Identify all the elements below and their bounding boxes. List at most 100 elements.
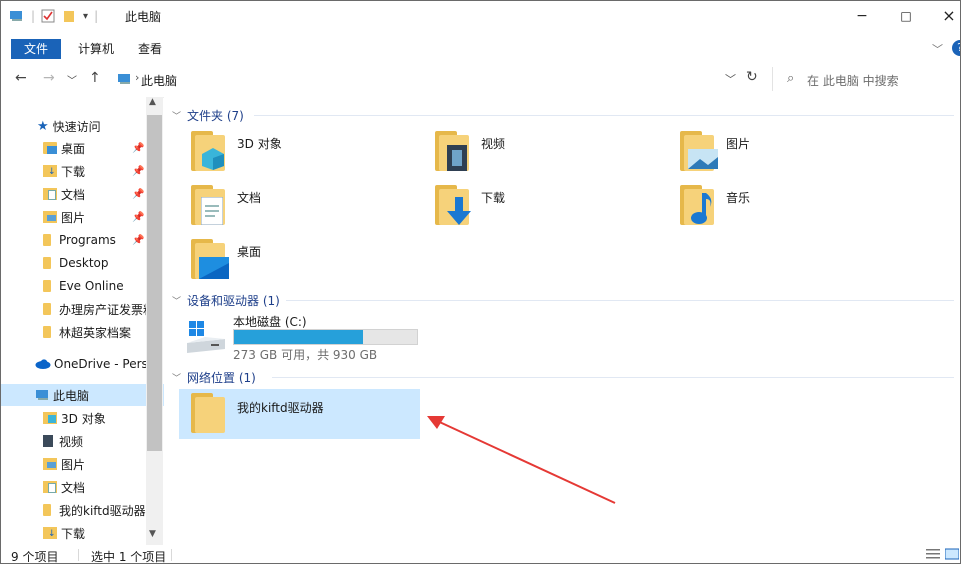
tab-view[interactable]: 查看 [138,39,162,59]
group-header-devices[interactable]: ﹀ 设备和驱动器 (1) [172,292,280,309]
collapse-chevron-icon: ﹀ [172,112,182,122]
sidebar-item-label: 文档 [61,480,86,495]
folder-tile-downloads[interactable]: 下载 [423,181,663,231]
status-bar: 9 个项目 选中 1 个项目 [1,545,960,563]
sidebar-item-label: 图片 [61,457,86,472]
customize-dropdown-icon[interactable]: ▾ [83,11,88,22]
recent-locations-icon[interactable]: ﹀ [67,72,77,87]
sidebar-item-label: 文档 [61,187,86,202]
navigation-pane: ★ 快速访问 桌面 📌 ↓ 下载 📌 文档 📌 图片 📌 Programs 📌 D… [1,97,180,545]
pin-icon: 📌 [132,143,145,154]
downloads-folder-icon [433,185,475,227]
folder-icon [43,280,51,292]
group-header-folders[interactable]: ﹀ 文件夹 (7) [172,107,244,124]
scroll-down-icon[interactable]: ▼ [149,529,156,539]
computer-icon [118,74,130,84]
sidebar-item-label: 视频 [59,434,84,449]
desktop-folder-icon [43,142,57,154]
close-button[interactable]: × [927,5,960,27]
music-folder-icon [678,185,720,227]
tab-file[interactable]: 文件 [11,39,61,59]
group-header-network[interactable]: ﹀ 网络位置 (1) [172,369,256,386]
scroll-up-icon[interactable]: ▲ [149,97,156,107]
breadcrumb-separator-icon[interactable]: › [135,71,139,84]
breadcrumb-this-pc[interactable]: 此电脑 [141,72,177,89]
sidebar-item-label: Eve Online [59,279,124,293]
collapse-chevron-icon: ﹀ [172,374,182,384]
folder-label: 桌面 [237,245,262,259]
video-folder-icon [433,131,475,173]
pictures-folder-icon [43,458,57,470]
sidebar-item-label: 快速访问 [52,119,101,134]
collapse-chevron-icon: ﹀ [172,297,182,307]
sidebar-item-label: Desktop [59,256,109,270]
folder-tile-documents[interactable]: 文档 [179,181,419,231]
documents-folder-icon [43,188,57,200]
properties-icon[interactable] [41,9,55,23]
back-button[interactable]: ← [15,70,27,86]
status-divider [78,549,79,561]
search-icon: ⌕ [787,71,795,86]
sidebar-scrollbar[interactable]: ▲ ▼ [146,97,163,545]
scrollbar-thumb[interactable] [147,115,162,451]
maximize-button[interactable]: □ [884,5,928,27]
address-bar[interactable] [113,67,767,93]
tiles-view-icon[interactable] [945,548,959,560]
drive-space-text: 273 GB 可用，共 930 GB [233,348,378,362]
search-placeholder: 在 此电脑 中搜索 [807,74,899,88]
folder-label: 视频 [481,137,506,151]
ribbon-tabs: 文件 计算机 查看 ﹀ ? [1,31,960,60]
drive-usage-fill [234,330,364,344]
sidebar-item-label: OneDrive - Perso [54,357,156,371]
quick-access-toolbar: | ▾ | [9,7,104,25]
sidebar-item-label: 3D 对象 [61,411,106,426]
group-divider [272,377,954,378]
cloud-icon [35,359,51,369]
annotation-arrow-icon [427,416,616,504]
search-input[interactable]: ⌕ 在 此电脑 中搜索 [772,67,959,91]
folder-tile-videos[interactable]: 视频 [423,127,663,177]
up-button[interactable]: ↑ [89,70,101,86]
pin-icon: 📌 [132,166,145,177]
item-count: 9 个项目 [11,550,59,564]
drive-label: 本地磁盘 (C:) [233,315,307,329]
refresh-icon[interactable]: ↻ [746,69,758,85]
pictures-folder-icon [43,211,57,223]
sidebar-item-label: 下载 [61,164,86,179]
sidebar-item-label: 办理房产证发票粘 [59,302,156,317]
new-folder-icon[interactable] [63,9,75,23]
pin-icon: 📌 [132,212,145,223]
forward-button[interactable]: → [43,70,55,86]
drive-usage-bar [233,329,418,345]
network-tile-kiftd-drive[interactable]: 我的kiftd驱动器 [179,389,420,439]
documents-folder-icon [189,185,231,227]
help-icon[interactable]: ? [952,40,960,56]
folder-tile-desktop[interactable]: 桌面 [179,235,419,285]
3d-objects-icon [43,412,57,424]
folder-icon [43,234,51,246]
video-icon [43,435,53,447]
pictures-folder-icon [678,131,720,173]
status-divider [171,549,172,561]
title-bar: | ▾ | 此电脑 − □ × [1,1,960,31]
tab-computer[interactable]: 计算机 [78,39,114,59]
folder-icon [43,303,51,315]
downloads-folder-icon: ↓ [43,165,57,177]
group-divider [254,115,954,116]
folder-tile-3d-objects[interactable]: 3D 对象 [179,127,419,177]
folder-tile-music[interactable]: 音乐 [668,181,908,231]
folder-label: 图片 [726,137,751,151]
address-dropdown-icon[interactable]: ﹀ [725,71,736,87]
explorer-window: | ▾ | 此电脑 − □ × 文件 计算机 查看 ﹀ ? ← → ﹀ ↑ › … [0,0,961,564]
sidebar-item-label: 此电脑 [53,388,90,403]
computer-icon [10,11,22,21]
address-row: ← → ﹀ ↑ › 此电脑 ﹀ ↻ ⌕ 在 此电脑 中搜索 [1,59,960,98]
folder-icon [43,257,51,269]
expand-ribbon-icon[interactable]: ﹀ [932,41,943,57]
minimize-button[interactable]: − [840,5,884,27]
folder-tile-pictures[interactable]: 图片 [668,127,908,177]
folder-label: 下载 [481,191,506,205]
group-header-label: 网络位置 (1) [187,371,256,385]
details-view-icon[interactable] [926,548,940,560]
content-pane: ﹀ 文件夹 (7) 3D 对象 视频 图片 文档 下载 音乐 桌面 ﹀ 设备和驱… [164,97,960,545]
